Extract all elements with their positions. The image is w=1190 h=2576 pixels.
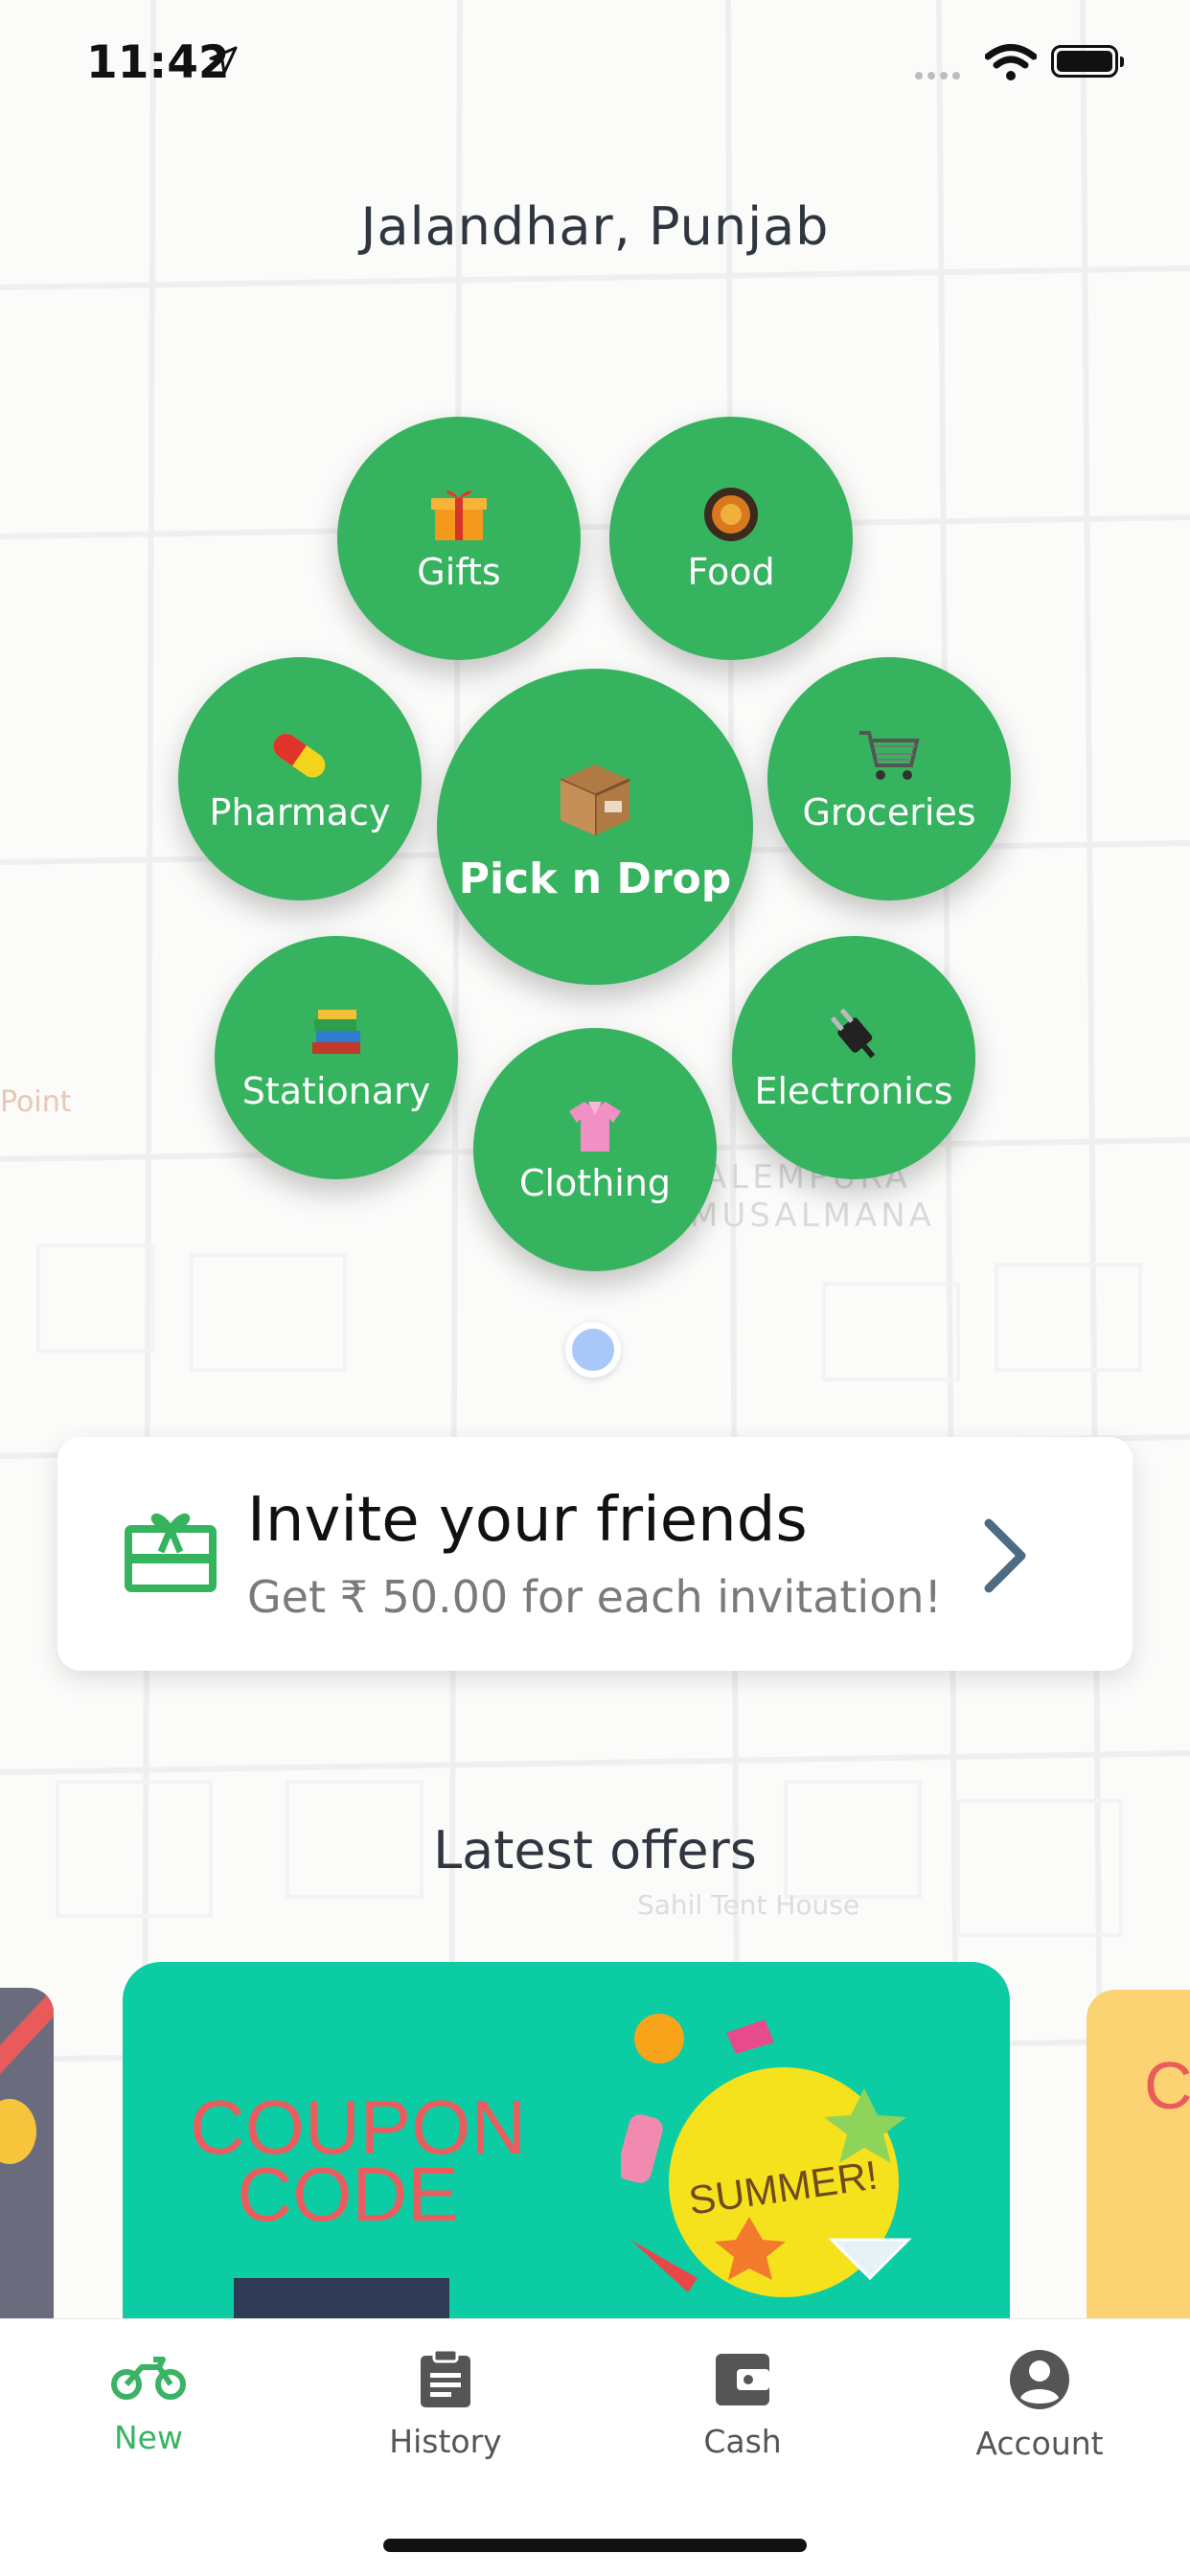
battery-icon	[1051, 45, 1124, 78]
offer-card-next[interactable]: C	[1087, 1990, 1190, 2318]
category-label: Food	[687, 551, 775, 593]
wallet-icon	[716, 2354, 769, 2405]
coupon-code-box	[234, 2278, 449, 2318]
summer-badge-icon: SUMMER!	[621, 2014, 912, 2297]
location-arrow-icon	[209, 46, 238, 75]
category-label: Groceries	[802, 791, 976, 833]
offer-next-text: C	[1144, 2048, 1190, 2123]
category-pick-n-drop-button[interactable]: Pick n Drop	[437, 669, 753, 985]
status-bar: 11:42	[0, 0, 1190, 129]
category-label: Electronics	[754, 1070, 953, 1112]
tab-label: Account	[975, 2425, 1104, 2462]
map-label-poi2: Sahil Tent House	[637, 1889, 859, 1921]
offer-card-previous[interactable]	[0, 1988, 54, 2318]
tab-label: Cash	[703, 2423, 782, 2460]
bottom-tab-bar: New History Cash Account	[0, 2318, 1190, 2576]
category-label: Pick n Drop	[458, 854, 732, 903]
category-label: Gifts	[417, 551, 501, 593]
account-circle-icon	[1010, 2350, 1069, 2409]
current-city[interactable]: Jalandhar, Punjab	[0, 196, 1190, 257]
category-clothing-button[interactable]: Clothing	[473, 1028, 717, 1271]
gift-icon	[429, 484, 489, 545]
coupon-code-text: COUPON CODE	[190, 2089, 526, 2237]
tab-label: History	[389, 2423, 502, 2460]
category-gifts-button[interactable]: Gifts	[337, 417, 581, 660]
category-electronics-button[interactable]: Electronics	[732, 936, 975, 1179]
package-box-icon	[551, 751, 639, 843]
gift-card-icon	[125, 1513, 217, 1592]
chevron-right-icon[interactable]	[977, 1516, 1035, 1596]
invite-friends-card[interactable]: Invite your friends Get ₹ 50.00 for each…	[57, 1437, 1133, 1671]
category-food-button[interactable]: Food	[609, 417, 853, 660]
shirt-icon	[565, 1095, 625, 1156]
tab-account[interactable]: Account	[891, 2348, 1188, 2462]
offer-decoration	[0, 1988, 54, 2164]
books-icon	[307, 1003, 366, 1064]
category-pharmacy-button[interactable]: Pharmacy	[178, 657, 422, 900]
current-location-dot	[565, 1322, 621, 1378]
coupon-line-2: CODE	[237, 2152, 459, 2237]
tab-new[interactable]: New	[0, 2348, 297, 2456]
category-stationary-button[interactable]: Stationary	[215, 936, 458, 1179]
tab-cash[interactable]: Cash	[594, 2348, 891, 2460]
invite-subtitle: Get ₹ 50.00 for each invitation!	[247, 1571, 942, 1623]
motorbike-icon	[111, 2357, 186, 2400]
shopping-cart-icon	[856, 724, 923, 786]
offer-card-summer[interactable]: COUPON CODE SUMMER!	[123, 1962, 1010, 2318]
category-label: Pharmacy	[209, 791, 391, 833]
tab-history[interactable]: History	[297, 2348, 594, 2460]
invite-title: Invite your friends	[247, 1485, 808, 1556]
cellular-signal-icon	[915, 65, 965, 83]
power-plug-icon	[822, 1003, 885, 1064]
category-label: Clothing	[518, 1162, 672, 1204]
wifi-icon	[985, 44, 1037, 80]
tab-label: New	[114, 2419, 183, 2456]
map-label-poi1: Point	[0, 1085, 72, 1119]
pill-icon	[266, 724, 333, 786]
category-label: Stationary	[241, 1070, 431, 1112]
category-groceries-button[interactable]: Groceries	[767, 657, 1011, 900]
map-label-area2: MUSALMANA	[690, 1197, 935, 1235]
latest-offers-title: Latest offers	[433, 1820, 757, 1881]
food-bowl-icon	[701, 484, 761, 545]
home-indicator[interactable]	[383, 2539, 807, 2552]
clipboard-icon	[421, 2348, 470, 2407]
